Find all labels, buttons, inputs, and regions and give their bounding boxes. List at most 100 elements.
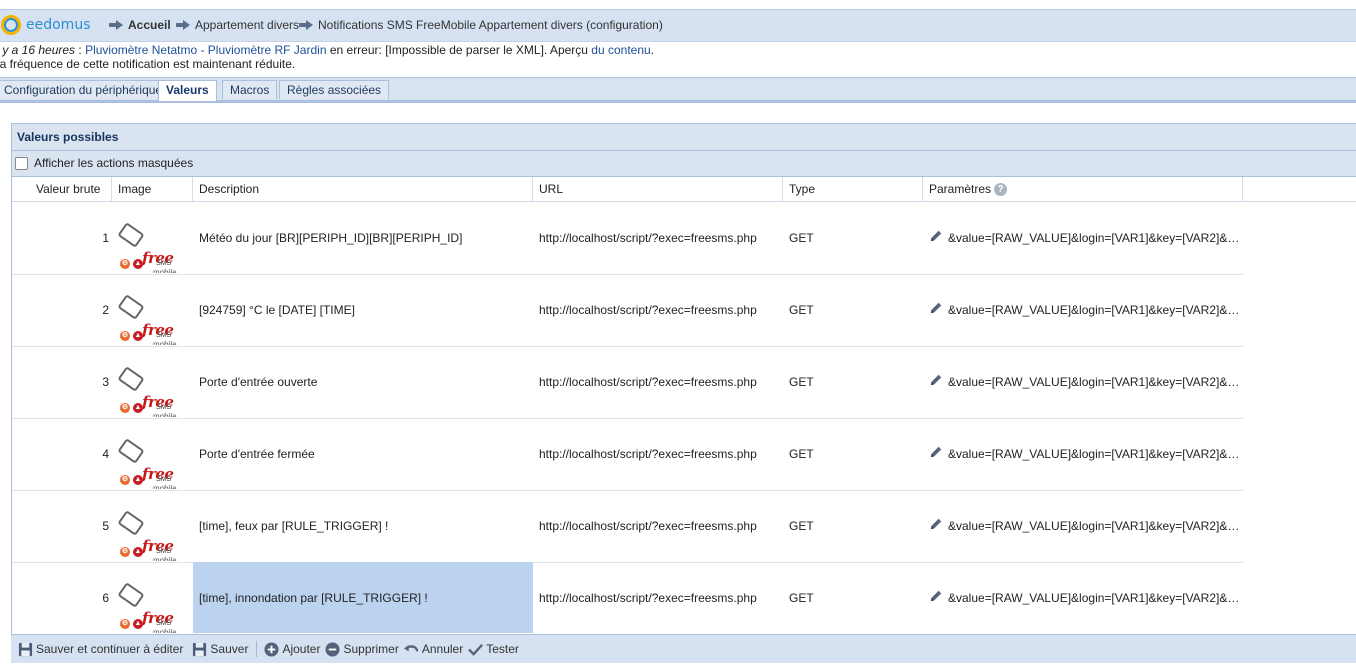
- table-row[interactable]: 3 free mobile ⚙ ▲ SMS Porte d'entrée ouverte ht…: [12, 346, 1243, 419]
- sms-label: SMS: [156, 548, 172, 555]
- add-button[interactable]: Ajouter: [264, 641, 321, 657]
- image-cell[interactable]: free mobile ⚙ ▲ SMS: [112, 346, 192, 417]
- delete-button[interactable]: Supprimer: [325, 641, 399, 657]
- type-cell[interactable]: GET: [783, 202, 923, 273]
- params-text: &value=[RAW_VALUE]&login=[VAR1]&key=[VAR…: [948, 519, 1243, 533]
- col-params-label: Paramètres: [929, 182, 992, 196]
- table-row[interactable]: 6 free mobile ⚙ ▲ SMS [time], innondation par …: [12, 562, 1243, 634]
- delete-label: Supprimer: [343, 642, 399, 656]
- breadcrumb-label: Accueil: [128, 18, 171, 32]
- notice-content-link[interactable]: du contenu: [591, 43, 650, 57]
- params-text: &value=[RAW_VALUE]&login=[VAR1]&key=[VAR…: [948, 303, 1243, 317]
- pencil-icon[interactable]: [929, 445, 943, 459]
- free-mobile-logo: free mobile: [117, 510, 184, 561]
- image-badges: ⚙ ▲ SMS: [120, 474, 171, 486]
- description-cell[interactable]: [924759] °C le [DATE] [TIME]: [193, 274, 533, 345]
- description-cell[interactable]: Porte d'entrée fermée: [193, 418, 533, 489]
- pencil-icon[interactable]: [929, 229, 943, 243]
- add-label: Ajouter: [282, 642, 321, 656]
- url-cell[interactable]: http://localhost/script/?exec=freesms.ph…: [533, 202, 783, 273]
- type-cell[interactable]: GET: [783, 274, 923, 345]
- help-icon[interactable]: ?: [994, 183, 1008, 197]
- url-cell[interactable]: http://localhost/script/?exec=freesms.ph…: [533, 346, 783, 417]
- col-description[interactable]: Description: [193, 177, 533, 201]
- pencil-icon[interactable]: [929, 373, 943, 387]
- image-cell[interactable]: free mobile ⚙ ▲ SMS: [112, 562, 192, 633]
- show-hidden-checkbox[interactable]: [15, 157, 28, 170]
- params-cell[interactable]: &value=[RAW_VALUE]&login=[VAR1]&key=[VAR…: [923, 562, 1243, 633]
- col-params[interactable]: Paramètres?: [923, 177, 1243, 201]
- test-button[interactable]: Tester: [468, 642, 519, 657]
- params-cell[interactable]: &value=[RAW_VALUE]&login=[VAR1]&key=[VAR…: [923, 346, 1243, 417]
- image-cell[interactable]: free mobile ⚙ ▲ SMS: [112, 490, 192, 561]
- col-type[interactable]: Type: [783, 177, 923, 201]
- cancel-button[interactable]: Annuler: [403, 642, 463, 657]
- description-cell[interactable]: [time], feux par [RULE_TRIGGER] !: [193, 490, 533, 561]
- values-panel: Valeurs possibles Afficher les actions m…: [11, 123, 1356, 635]
- tab-macros[interactable]: Macros: [222, 80, 278, 99]
- red-badge-icon: ▲: [133, 475, 143, 485]
- floppy-icon: [18, 642, 33, 656]
- undo-icon: [403, 644, 419, 652]
- red-badge-icon: ▲: [133, 619, 143, 629]
- image-cell[interactable]: free mobile ⚙ ▲ SMS: [112, 202, 192, 273]
- params-text: &value=[RAW_VALUE]&login=[VAR1]&key=[VAR…: [948, 375, 1243, 389]
- description-cell[interactable]: Météo du jour [BR][PERIPH_ID][BR][PERIPH…: [193, 202, 533, 273]
- sms-label: SMS: [156, 476, 172, 483]
- type-cell[interactable]: GET: [783, 418, 923, 489]
- breadcrumb-label: Appartement divers: [195, 18, 300, 32]
- notice-device-link[interactable]: Pluviomètre Netatmo - Pluviomètre RF Jar…: [85, 43, 326, 57]
- table-row[interactable]: 1 free mobile ⚙ ▲ SMS Météo du jour [BR][PERIP…: [12, 202, 1243, 275]
- params-cell[interactable]: &value=[RAW_VALUE]&login=[VAR1]&key=[VAR…: [923, 418, 1243, 489]
- sms-label: SMS: [156, 260, 172, 267]
- type-cell[interactable]: GET: [783, 346, 923, 417]
- url-cell[interactable]: http://localhost/script/?exec=freesms.ph…: [533, 490, 783, 561]
- image-badges: ⚙ ▲ SMS: [120, 618, 171, 630]
- bottom-toolbar: Sauver et continuer à éditer Sauver Ajou…: [11, 634, 1356, 663]
- show-hidden-actions[interactable]: Afficher les actions masquées: [12, 151, 1356, 177]
- notice-time: Il y a 16 heures: [0, 43, 76, 57]
- params-cell[interactable]: &value=[RAW_VALUE]&login=[VAR1]&key=[VAR…: [923, 274, 1243, 345]
- pencil-icon[interactable]: [929, 589, 943, 603]
- col-url[interactable]: URL: [533, 177, 783, 201]
- sms-label: SMS: [156, 332, 172, 339]
- sms-label: SMS: [156, 620, 172, 627]
- image-cell[interactable]: free mobile ⚙ ▲ SMS: [112, 274, 192, 345]
- tab-associated-rules[interactable]: Règles associées: [279, 80, 390, 99]
- image-badges: ⚙ ▲ SMS: [120, 258, 171, 270]
- orange-badge-icon: ⚙: [120, 331, 130, 341]
- tab-device-config[interactable]: Configuration du périphérique: [0, 80, 171, 99]
- url-cell[interactable]: http://localhost/script/?exec=freesms.ph…: [533, 562, 783, 633]
- save-button[interactable]: Sauver: [192, 642, 248, 657]
- breadcrumb-room[interactable]: Appartement divers: [176, 18, 299, 32]
- pencil-icon[interactable]: [929, 517, 943, 531]
- tab-values[interactable]: Valeurs: [158, 80, 217, 101]
- col-raw-value[interactable]: Valeur brute: [12, 177, 112, 201]
- table-row[interactable]: 4 free mobile ⚙ ▲ SMS Porte d'entrée fermée htt…: [12, 418, 1243, 491]
- pencil-icon[interactable]: [929, 301, 943, 315]
- eedomus-logo[interactable]: eedomus: [0, 15, 90, 35]
- minus-circle-icon: [325, 641, 341, 657]
- tab-bar: Configuration du périphérique Valeurs Ma…: [0, 77, 1356, 103]
- table-row[interactable]: 5 free mobile ⚙ ▲ SMS [time], feux par [RULE_T…: [12, 490, 1243, 563]
- type-cell[interactable]: GET: [783, 562, 923, 633]
- orange-badge-icon: ⚙: [120, 403, 130, 413]
- save-continue-button[interactable]: Sauver et continuer à éditer: [18, 642, 183, 657]
- breadcrumb-device[interactable]: Notifications SMS FreeMobile Appartement…: [299, 18, 663, 32]
- url-cell[interactable]: http://localhost/script/?exec=freesms.ph…: [533, 418, 783, 489]
- breadcrumb-label: Notifications SMS FreeMobile Appartement…: [318, 18, 663, 32]
- description-cell[interactable]: [time], innondation par [RULE_TRIGGER] !: [193, 562, 533, 633]
- description-cell[interactable]: Porte d'entrée ouverte: [193, 346, 533, 417]
- type-cell[interactable]: GET: [783, 490, 923, 561]
- table-row[interactable]: 2 free mobile ⚙ ▲ SMS [924759] °C le [DATE] [T…: [12, 274, 1243, 347]
- image-cell[interactable]: free mobile ⚙ ▲ SMS: [112, 418, 192, 489]
- params-cell[interactable]: &value=[RAW_VALUE]&login=[VAR1]&key=[VAR…: [923, 202, 1243, 273]
- floppy-icon: [193, 642, 207, 656]
- raw-value-cell: 4: [102, 447, 109, 461]
- url-cell[interactable]: http://localhost/script/?exec=freesms.ph…: [533, 274, 783, 345]
- breadcrumb-home[interactable]: Accueil: [109, 18, 171, 32]
- params-text: &value=[RAW_VALUE]&login=[VAR1]&key=[VAR…: [948, 447, 1243, 461]
- params-cell[interactable]: &value=[RAW_VALUE]&login=[VAR1]&key=[VAR…: [923, 490, 1243, 561]
- col-image[interactable]: Image: [112, 177, 193, 201]
- phone-icon: [117, 510, 145, 536]
